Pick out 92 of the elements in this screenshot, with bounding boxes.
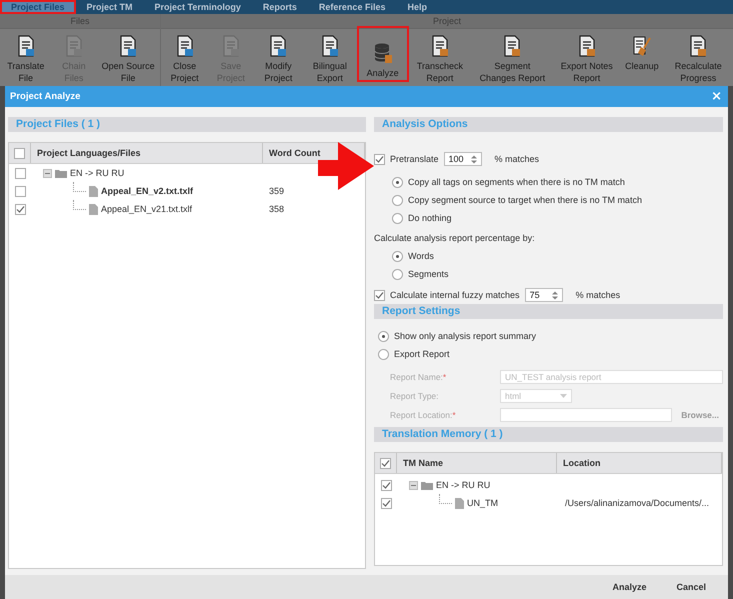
section-label: Calculate analysis report percentage by: [374, 233, 535, 243]
section-header: Report Settings [374, 304, 723, 319]
broom-icon [632, 35, 652, 57]
document-icon [64, 35, 84, 57]
ribbon-button[interactable]: Bilingual Export [303, 32, 357, 84]
ribbon-button[interactable]: Transcheck Report [408, 32, 472, 84]
checkbox[interactable] [374, 290, 385, 300]
document-icon [16, 35, 36, 57]
option-label: Words [408, 251, 434, 261]
document-icon [576, 35, 597, 57]
document-icon [502, 35, 522, 57]
section-header: Project Files ( 1 ) [8, 117, 366, 132]
file-icon [89, 186, 98, 196]
checkbox[interactable] [380, 498, 392, 508]
spinner-arrows-icon[interactable] [470, 154, 477, 164]
field-label: Report Name:* [390, 372, 448, 382]
select-all-checkbox[interactable] [14, 148, 25, 158]
suffix-label: % matches [494, 154, 540, 164]
ribbon-button[interactable]: Translate File [0, 32, 52, 84]
radio-button[interactable] [378, 348, 389, 360]
number-field[interactable]: 100 [444, 152, 482, 166]
section-header: Translation Memory ( 1 ) [374, 427, 723, 442]
document-icon [688, 35, 708, 57]
tree-item[interactable]: UN_TM [467, 498, 498, 508]
document-icon [320, 35, 340, 57]
dialog-button[interactable]: Cancel [668, 578, 714, 596]
ribbon-button[interactable]: Close Project [161, 32, 208, 84]
ribbon-button[interactable]: Recalculate Progress [664, 32, 733, 84]
tree-item[interactable]: Appeal_EN_v21.txt.txlf [101, 204, 192, 214]
ribbon-button[interactable]: Segment Changes Report [471, 32, 554, 84]
collapse-icon[interactable] [409, 480, 418, 490]
column-header[interactable]: TM Name [397, 453, 557, 473]
ribbon-button[interactable]: Open Source File [96, 32, 160, 84]
radio-button[interactable] [392, 176, 403, 188]
document-icon [174, 35, 195, 57]
file-icon [89, 204, 98, 214]
folder-icon [55, 168, 67, 178]
database-icon [372, 42, 393, 64]
text-field[interactable] [500, 408, 672, 422]
tree-item[interactable]: Appeal_EN_v2.txt.txlf [101, 186, 194, 196]
option-label: Copy all tags on segments when there is no TM match [408, 177, 625, 187]
radio-button[interactable] [392, 194, 403, 206]
ribbon-button[interactable]: Cleanup [620, 32, 664, 84]
option-label: Copy segment source to target when there is no TM match [408, 195, 642, 205]
radio-button[interactable] [392, 212, 403, 224]
menu-tab[interactable]: Reference Files [308, 0, 396, 14]
field-label: Report Location:* [390, 410, 457, 420]
option-label: Segments [408, 269, 449, 279]
tm-location: /Users/alinanizamova/Documents/... [564, 498, 710, 508]
ribbon-button[interactable]: Export Notes Report [553, 32, 620, 84]
field-label: Report Type: [390, 390, 440, 400]
dialog-button[interactable]: Analyze [604, 578, 654, 596]
word-count: 359 [268, 186, 286, 196]
ribbon-button[interactable]: Modify Project [254, 32, 304, 84]
column-header[interactable]: Project Languages/Files [37, 148, 141, 158]
checkbox-label: Pretranslate [390, 154, 439, 164]
option-label: Do nothing [408, 213, 452, 223]
menu-tab[interactable]: Project TM [76, 0, 144, 14]
tree-item[interactable]: EN -> RU RU [436, 480, 490, 490]
option-label: Show only analysis report summary [394, 331, 536, 341]
option-label: Export Report [394, 349, 450, 359]
suffix-label: % matches [576, 290, 620, 300]
number-field[interactable]: 75 [524, 288, 563, 302]
collapse-icon[interactable] [43, 168, 52, 178]
radio-button[interactable] [392, 250, 403, 262]
radio-button[interactable] [378, 330, 389, 342]
checkbox[interactable] [14, 204, 26, 214]
menu-tab[interactable]: Reports [252, 0, 308, 14]
radio-button[interactable] [392, 268, 403, 280]
section-header: Analysis Options [374, 117, 723, 132]
checkbox[interactable] [380, 480, 392, 490]
document-icon [118, 35, 138, 57]
checkbox-label: Calculate internal fuzzy matches [390, 290, 520, 300]
checkbox[interactable] [14, 186, 26, 196]
checkbox[interactable] [374, 154, 385, 164]
ribbon-button[interactable]: Analyze [356, 26, 409, 82]
column-header[interactable]: Location [557, 453, 722, 473]
spinner-arrows-icon[interactable] [552, 290, 558, 300]
column-header[interactable]: Word Count [269, 148, 320, 158]
dialog-title: Project Analyze [10, 91, 80, 102]
select-all-checkbox[interactable] [380, 458, 391, 468]
menu-tab[interactable]: Help [396, 0, 438, 14]
tree-item[interactable]: EN -> RU RU [70, 168, 124, 178]
checkbox[interactable] [14, 168, 26, 178]
word-count: 358 [268, 204, 286, 214]
document-icon [268, 35, 288, 57]
document-icon [430, 35, 450, 57]
folder-icon [421, 480, 433, 490]
document-icon [220, 35, 241, 57]
close-button[interactable]: × [711, 89, 722, 104]
file-icon [455, 498, 464, 508]
menu-tab[interactable]: Project Terminology [144, 0, 252, 14]
